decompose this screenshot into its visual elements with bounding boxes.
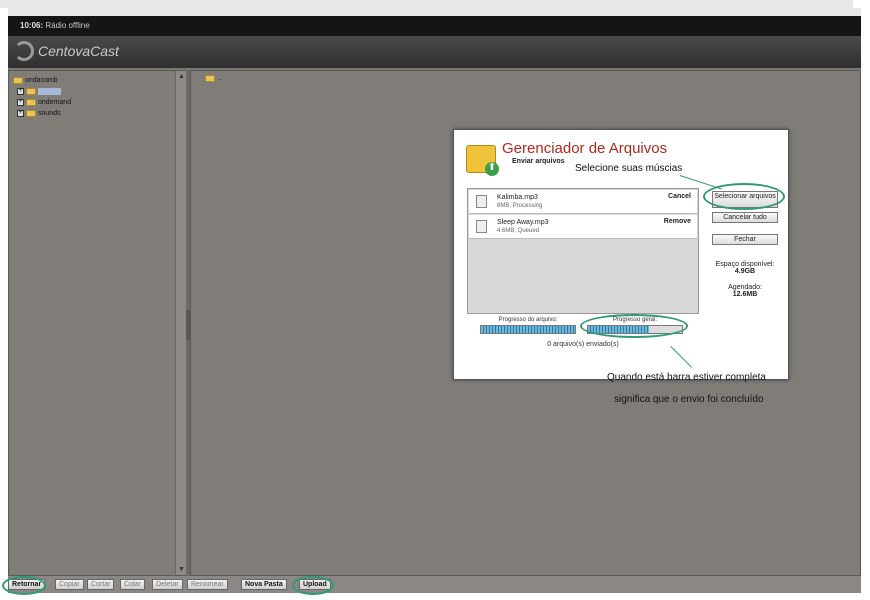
upload-button[interactable]: Upload [299,579,331,590]
dialog-subtitle: Enviar arquivos [512,158,565,165]
browser-top-strip [0,0,853,8]
queue-file-name: Sleep Away.mp3 [497,219,549,226]
scheduled-value: 12.6MB [732,291,758,298]
annotation-bar-line1: Quando está barra estiver completa [607,372,766,383]
upload-queue-list: Kalimba.mp3 8MB, Processing Cancel Sleep… [467,188,699,314]
expand-icon[interactable]: + [17,110,24,117]
folder-icon [26,88,36,95]
dialog-title: Gerenciador de Arquivos [502,140,668,157]
total-progress-fill [588,326,650,333]
space-value: 4.9GB [734,268,756,275]
queue-file-name: Kalimba.mp3 [497,194,538,201]
cancel-all-button[interactable]: Cancelar tudo [712,212,778,223]
retornar-button[interactable]: Retornar [8,579,46,590]
status-bar: 10:06: Rádio offline [8,16,861,36]
tree-item-media[interactable]: + media [13,86,71,97]
expand-icon[interactable]: + [17,88,24,95]
queue-file-status: 8MB, Processing [497,203,543,209]
scroll-up-icon[interactable]: ▲ [178,73,185,80]
tree-item-label: sounds [38,110,61,117]
tree-item-label-selected: media [38,88,62,95]
total-progress-label: Progresso geral: [612,317,658,323]
space-label: Espaço disponível: [715,261,775,268]
upload-arrow-icon: ⬆ [485,162,499,176]
colar-button[interactable]: Colar [120,579,145,590]
close-button[interactable]: Fechar [712,234,778,245]
total-progress-bar [587,325,683,334]
folder-icon [26,110,36,117]
audio-file-icon [476,195,487,208]
file-progress-bar [480,325,576,334]
scheduled: Agendado: 12.6MB [706,284,784,298]
space-available: Espaço disponível: 4.9GB [706,261,784,275]
sent-count: 0 arquivo(s) enviado(s) [547,341,619,348]
parent-folder-label: .. [218,75,222,82]
folder-icon [205,75,215,82]
app-header: CentovaCast [8,36,861,68]
select-files-button[interactable]: Selecionar arquivos [712,191,778,208]
status-radio: Rádio offline [45,21,90,30]
folder-upload-icon: ⬆ [466,145,499,176]
tree-scrollbar[interactable]: ▲ ▼ [175,71,186,575]
scheduled-label: Agendado: [728,284,762,291]
file-progress-fill [481,326,575,333]
queue-item: Kalimba.mp3 8MB, Processing Cancel [469,190,697,214]
folder-tree-pane: ondacomb + media + ondemand + sounds ▲ ▼ [8,70,186,576]
frame-top [8,8,861,16]
audio-file-icon [476,220,487,233]
tree-item-ondemand[interactable]: + ondemand [13,97,71,108]
cortar-button[interactable]: Cortar [87,579,115,590]
nova-pasta-button[interactable]: Nova Pasta [241,579,287,590]
parent-folder-item[interactable]: .. [205,75,222,82]
cancel-link[interactable]: Cancel [668,193,691,200]
queue-item: Sleep Away.mp3 4.6MB, Queued Remove [469,215,697,239]
logo-text: CentovaCast [38,43,119,59]
expand-icon[interactable]: + [17,99,24,106]
folder-tree: ondacomb + media + ondemand + sounds [13,75,71,119]
deletar-button[interactable]: Deletar [152,579,183,590]
folder-icon [26,99,36,106]
tree-item-label: ondemand [38,99,72,106]
folder-icon [13,77,23,84]
tree-item-sounds[interactable]: + sounds [13,108,71,119]
tree-item-label: ondacomb [25,77,58,84]
logo-icon [14,41,34,61]
renomear-button[interactable]: Renomear [187,579,228,590]
tree-item-root[interactable]: ondacomb [13,75,71,86]
annotation-select-music: Selecione suas múscias [575,163,683,174]
scroll-down-icon[interactable]: ▼ [178,566,185,573]
annotation-bar-line2: significa que o envio foi concluído [614,394,764,405]
queue-file-status: 4.6MB, Queued [497,228,540,234]
copiar-button[interactable]: Copiar [55,579,84,590]
bottom-toolbar: Retornar Copiar Cortar Colar Deletar Ren… [8,576,861,593]
remove-link[interactable]: Remove [664,218,691,225]
file-progress-label: Progresso do arquivo: [498,317,558,323]
status-time: 10:06: [20,21,44,30]
centovacast-logo: CentovaCast [14,41,119,61]
